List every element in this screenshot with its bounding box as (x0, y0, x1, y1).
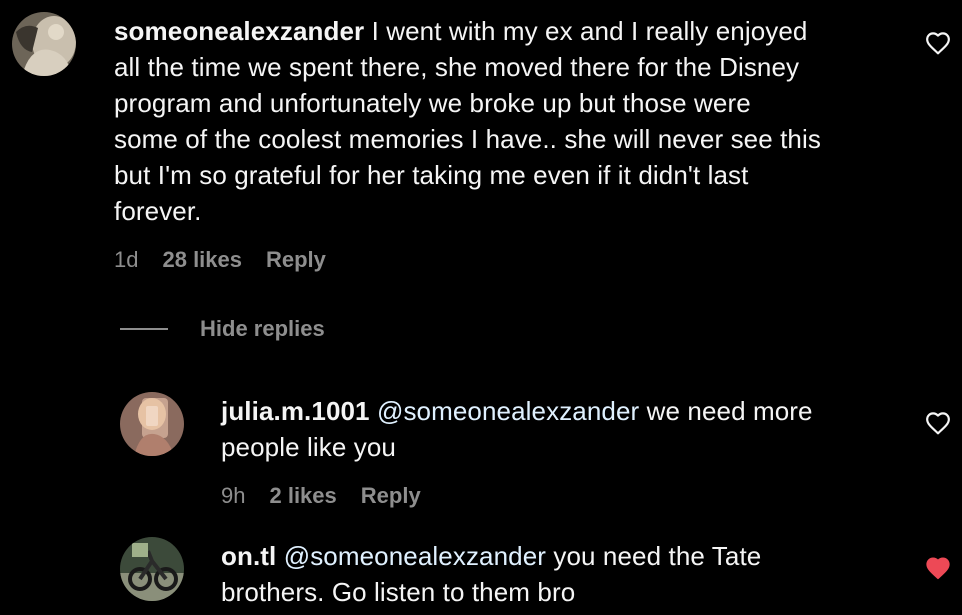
reply-text-part: you need the Tate (546, 541, 762, 571)
avatar[interactable] (120, 392, 184, 456)
reply-line-2: people like you (221, 432, 396, 462)
avatar-image (120, 392, 184, 456)
reply-line-2: brothers. Go listen to them bro (221, 577, 576, 607)
reply-username[interactable]: on.tl (221, 541, 276, 571)
heart-outline-icon[interactable] (925, 411, 951, 435)
avatar[interactable] (12, 12, 76, 76)
comment-likes-count[interactable]: 28 likes (162, 247, 242, 273)
comment-text: someonealexzander I went with my ex and … (114, 13, 904, 229)
reply-line-1: on.tl @someonealexzander you need the Ta… (221, 538, 901, 574)
comment-text-part: I went with my ex and I really enjoyed (364, 16, 808, 46)
avatar[interactable] (120, 537, 184, 601)
reply-julia-m-1001: julia.m.1001 @someonealexzander we need … (0, 380, 962, 520)
reply-time: 9h (221, 483, 246, 508)
reply-mention[interactable]: @someonealexzander (284, 541, 546, 571)
hide-replies-toggle[interactable]: Hide replies (120, 316, 325, 342)
reply-username[interactable]: julia.m.1001 (221, 396, 370, 426)
reply-on-tl: on.tl @someonealexzander you need the Ta… (0, 525, 962, 615)
reply-likes-count[interactable]: 2 likes (269, 483, 336, 509)
reply-text: on.tl @someonealexzander you need the Ta… (221, 538, 901, 610)
comment-meta: 1d 28 likes Reply (114, 247, 326, 273)
reply-button[interactable]: Reply (266, 247, 326, 273)
comment-line-6: forever. (114, 196, 202, 226)
reply-text-part: we need more (639, 396, 813, 426)
comment-username[interactable]: someonealexzander (114, 16, 364, 46)
comment-time: 1d (114, 247, 139, 272)
heart-filled-icon[interactable] (925, 556, 951, 580)
heart-outline-icon[interactable] (925, 31, 951, 55)
comment-line-3: program and unfortunately we broke up bu… (114, 88, 751, 118)
comment-line-5: but I'm so grateful for her taking me ev… (114, 160, 749, 190)
comment-line-2: all the time we spent there, she moved t… (114, 52, 800, 82)
comment-someonealexzander: someonealexzander I went with my ex and … (0, 0, 962, 290)
reply-line-1: julia.m.1001 @someonealexzander we need … (221, 393, 901, 429)
avatar-image (12, 12, 76, 76)
comment-line-4: some of the coolest memories I have.. sh… (114, 124, 821, 154)
hide-replies-label[interactable]: Hide replies (200, 316, 325, 342)
comment-line-1: someonealexzander I went with my ex and … (114, 13, 904, 49)
hide-replies-divider (120, 328, 168, 330)
reply-meta: 9h 2 likes Reply (221, 483, 421, 509)
reply-button[interactable]: Reply (361, 483, 421, 509)
avatar-image (120, 537, 184, 601)
reply-mention[interactable]: @someonealexzander (377, 396, 639, 426)
reply-text: julia.m.1001 @someonealexzander we need … (221, 393, 901, 465)
